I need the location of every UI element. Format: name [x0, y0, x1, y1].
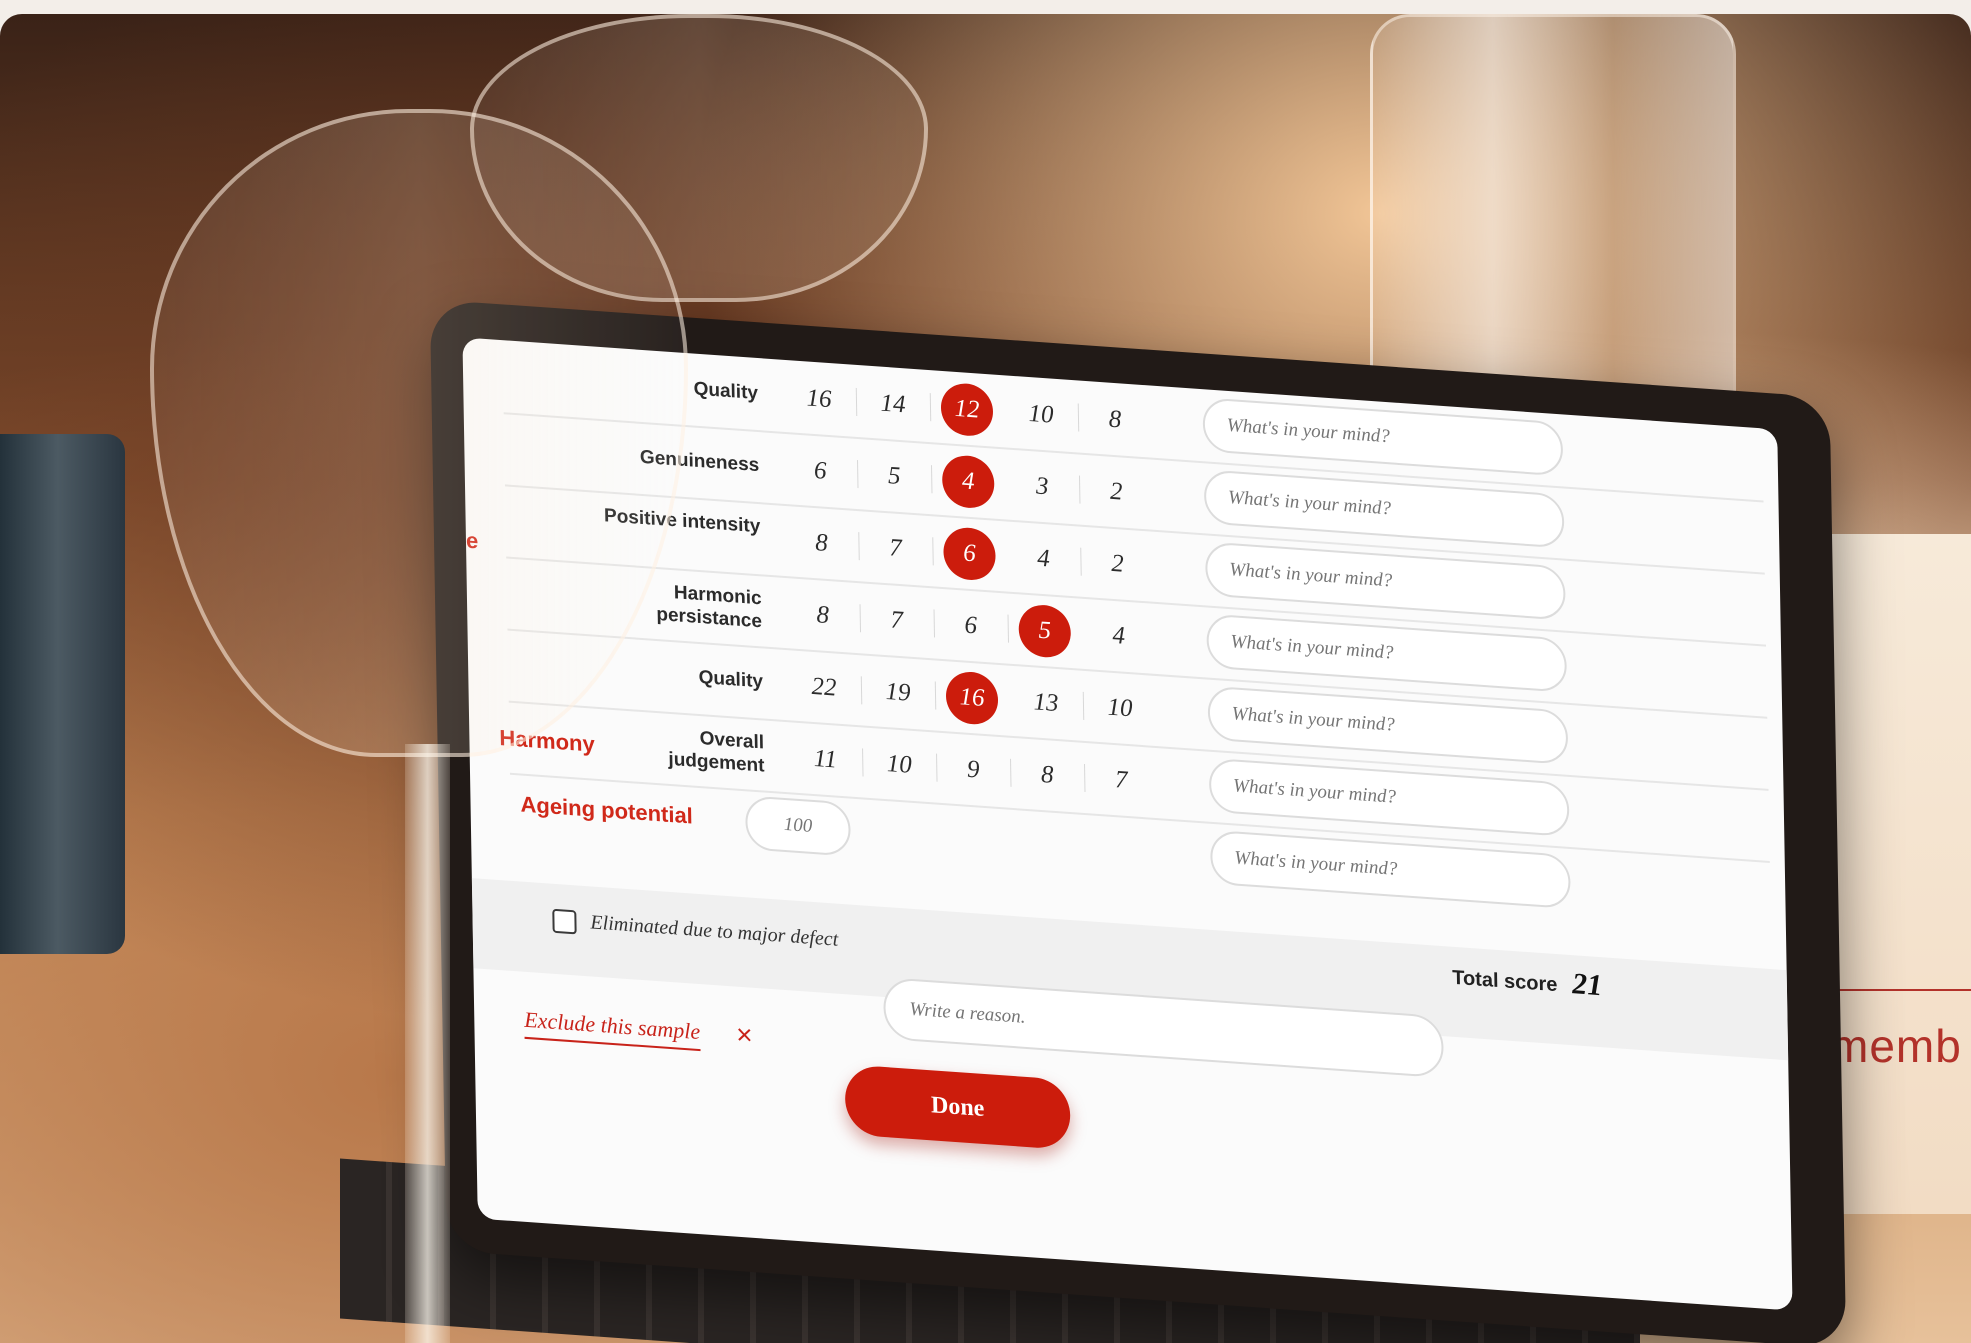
score-option[interactable]: 11 — [799, 732, 852, 788]
score-option[interactable]: 16 — [793, 371, 846, 427]
score-option[interactable]: 4 — [1017, 531, 1070, 587]
score-option[interactable]: 19 — [872, 665, 925, 721]
score-option[interactable]: 10 — [1015, 387, 1068, 443]
score-option[interactable]: 6 — [794, 444, 847, 500]
score-option[interactable]: 9 — [947, 742, 1000, 798]
ageing-input[interactable] — [745, 795, 851, 857]
score-option[interactable]: 8 — [1021, 748, 1074, 804]
close-icon[interactable]: × — [736, 1019, 753, 1052]
score-option[interactable]: 8 — [1089, 392, 1142, 448]
wine-glass-stem — [405, 744, 450, 1343]
background-photo: memb e Quality 16 14 12 10 8 Genuineness… — [0, 14, 1971, 1343]
exclude-sample-link[interactable]: Exclude this sample — [524, 1006, 701, 1052]
score-option[interactable]: 3 — [1016, 459, 1069, 515]
score-option-selected[interactable]: 16 — [945, 670, 999, 726]
score-option[interactable]: 10 — [1094, 681, 1147, 737]
score-option-selected[interactable]: 12 — [940, 381, 994, 438]
row-label: Overall judgement — [668, 728, 765, 777]
score-option[interactable]: 13 — [1020, 675, 1073, 731]
water-bottle — [1370, 14, 1736, 420]
score-option[interactable]: 7 — [1095, 753, 1148, 809]
eliminated-checkbox[interactable] — [552, 908, 577, 935]
score-option[interactable]: 8 — [795, 516, 848, 572]
foreground-wine-glass — [150, 109, 688, 757]
done-button[interactable]: Done — [844, 1064, 1071, 1151]
score-option[interactable]: 14 — [867, 377, 920, 433]
group-label-ageing: Ageing potential — [520, 791, 694, 829]
foreground-cup — [0, 434, 125, 954]
score-option[interactable]: 10 — [873, 737, 926, 793]
total-score-value: 21 — [1571, 967, 1603, 1003]
score-option[interactable]: 5 — [868, 449, 921, 505]
card-text: memb — [1830, 1020, 1962, 1072]
score-option-selected[interactable]: 4 — [941, 453, 995, 510]
score-option[interactable]: 2 — [1091, 536, 1144, 592]
score-option-selected[interactable]: 5 — [1018, 603, 1072, 660]
row-label: Quality — [698, 666, 764, 693]
score-option[interactable]: 7 — [870, 593, 923, 649]
score-option[interactable]: 4 — [1092, 609, 1145, 665]
score-option[interactable]: 7 — [869, 521, 922, 577]
score-option[interactable]: 22 — [798, 660, 851, 716]
score-option-selected[interactable]: 6 — [943, 526, 996, 582]
score-option[interactable]: 8 — [796, 588, 849, 644]
score-option[interactable]: 2 — [1090, 464, 1143, 520]
score-option[interactable]: 6 — [944, 598, 997, 654]
